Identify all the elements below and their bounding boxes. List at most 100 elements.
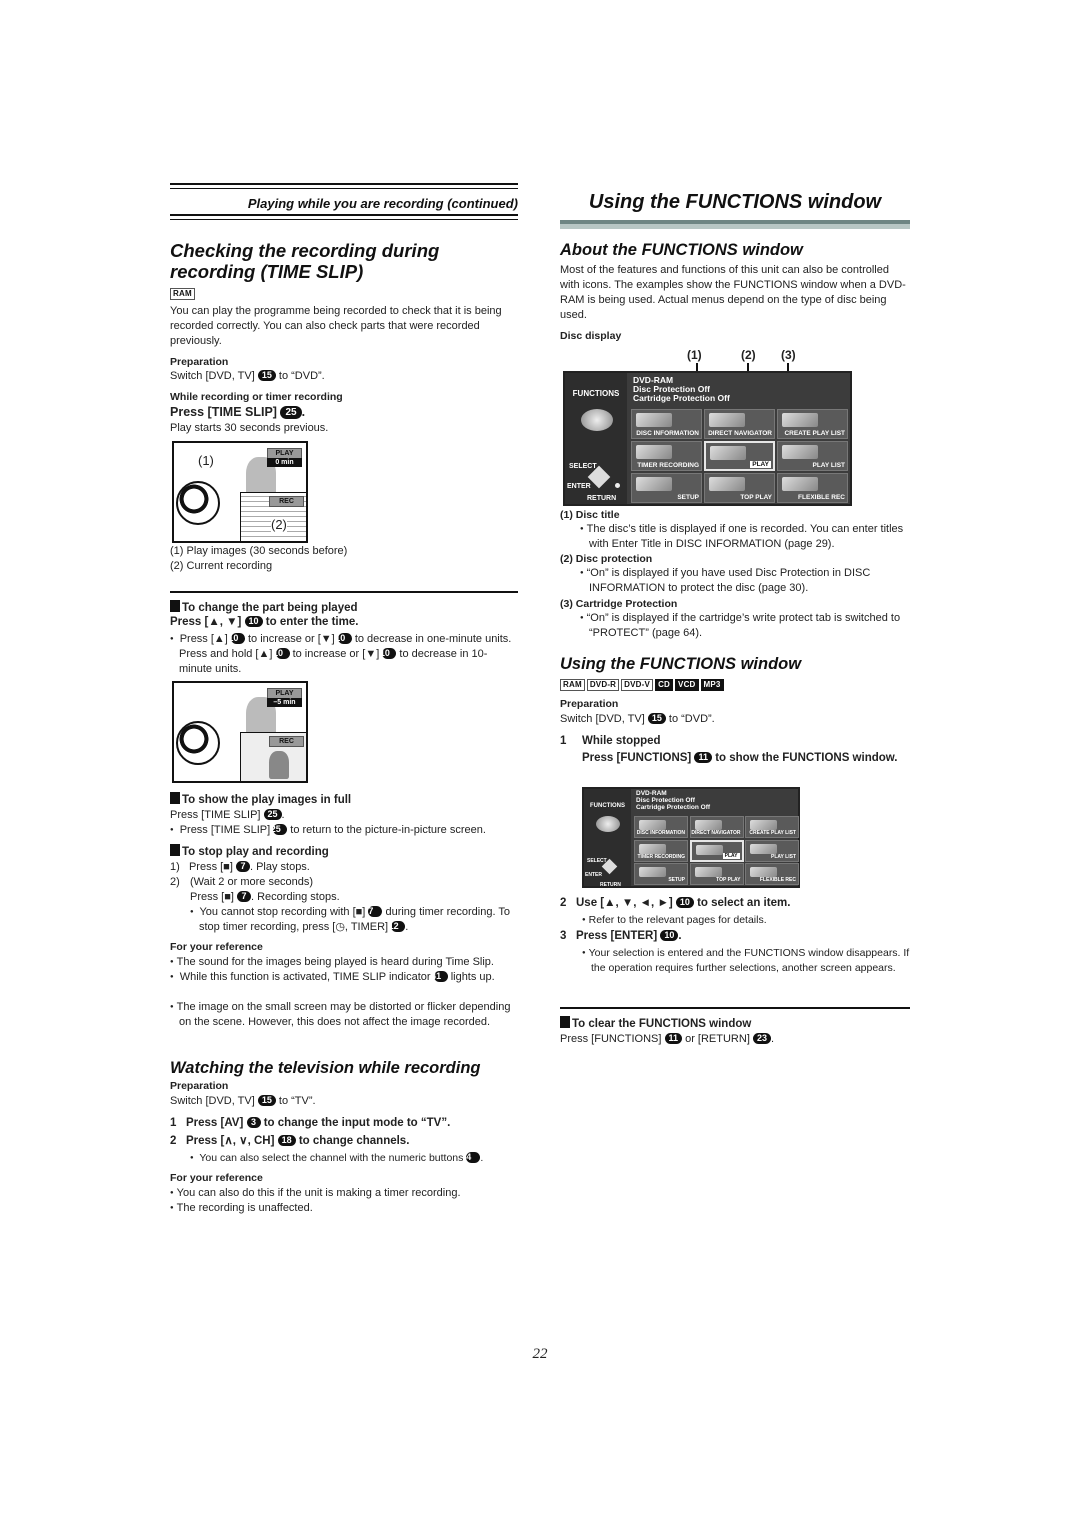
reference-bullet-2: The recording is unaffected. — [170, 1201, 518, 1216]
function-tile-label: CREATE PLAY LIST — [749, 830, 796, 836]
function-tile-top-play[interactable]: TOP PLAY — [704, 473, 775, 503]
return-label: RETURN — [587, 495, 617, 502]
function-tile-label: TIMER RECORDING — [637, 461, 699, 469]
osd-time: –5 min — [267, 698, 302, 707]
preparation-step: Switch [DVD, TV] 15 to “DVD”. — [170, 370, 325, 382]
soccer-ball-icon — [176, 481, 220, 525]
functions-title: FUNCTIONS — [590, 803, 625, 809]
function-tile-graphic-icon — [639, 820, 666, 830]
osd-time: 0 min — [267, 458, 302, 467]
reference-bullet-2: While this function is activated, TIME S… — [170, 970, 518, 985]
stop-bullet: You cannot stop recording with [■] 7 dur… — [190, 905, 518, 935]
preparation-label: Preparation — [170, 356, 229, 368]
soccer-ball-icon — [176, 721, 220, 765]
function-tile-label: PLAY LIST — [770, 853, 796, 860]
callout-1: (1) — [687, 348, 702, 362]
function-tile-graphic-icon — [750, 843, 777, 854]
function-tile-graphic-icon — [750, 820, 777, 830]
function-tile-label: DIRECT NAVIGATOR — [691, 830, 741, 836]
clear-heading: To clear the FUNCTIONS window — [560, 1016, 751, 1032]
disc-tag-cd: CD — [655, 679, 674, 691]
caption-2: (2) Current recording — [170, 560, 273, 572]
function-tile-timer-recording[interactable]: TIMER RECORDING — [634, 839, 688, 862]
change-part-step: Press [▲, ▼] 10 to enter the time. — [170, 616, 359, 628]
function-tile-graphic-icon — [782, 477, 818, 491]
function-tile-create-play-list[interactable]: CREATE PLAY LIST — [777, 409, 848, 439]
time-adjust-illustration: PLAY –5 min REC — [172, 681, 308, 783]
cartridge-protection: Cartridge Protection Off — [633, 393, 730, 403]
function-tile-label: PLAY — [722, 852, 740, 859]
reference-label: For your reference — [170, 941, 263, 953]
section-title-watching-tv: Watching the television while recording — [170, 1059, 481, 1077]
page-title: Using the FUNCTIONS window — [588, 191, 882, 213]
pip-window: REC — [240, 732, 306, 781]
function-tile-play-list[interactable]: PLAY LIST — [745, 839, 799, 862]
pip-window: REC (2) — [240, 492, 306, 541]
function-tile-top-play[interactable]: TOP PLAY — [689, 863, 744, 885]
preparation-label: Preparation — [560, 698, 619, 710]
function-tile-timer-recording[interactable]: TIMER RECORDING — [631, 441, 702, 471]
tv-step-1: 1 Press [AV] 3 to change the input mode … — [170, 1117, 451, 1129]
legend-2-text: “On” is displayed if you have used Disc … — [580, 566, 910, 596]
return-dot-icon — [615, 483, 620, 488]
function-tile-play[interactable]: PLAY — [689, 839, 744, 862]
step-1-num: 1 — [560, 735, 567, 747]
function-tile-graphic-icon — [694, 820, 722, 830]
header-rule-bottom-thin — [170, 219, 518, 220]
reference-bullet-3: The image on the small screen may be dis… — [170, 1000, 518, 1030]
disc-tag-ram: RAM — [560, 679, 585, 691]
change-part-heading: To change the part being played — [170, 600, 358, 616]
intro-text: You can play the programme being recorde… — [170, 305, 502, 347]
legend-3-title: (3) Cartridge Protection — [560, 598, 678, 610]
section-divider — [560, 1007, 910, 1009]
about-body: Most of the features and functions of th… — [560, 264, 906, 321]
functions-disc-icon — [596, 816, 620, 832]
function-tile-setup[interactable]: SETUP — [631, 473, 702, 503]
header-rule-top — [170, 183, 518, 185]
function-tile-flexible-rec[interactable]: FLEXIBLE REC — [745, 863, 799, 885]
function-tile-play-list[interactable]: PLAY LIST — [777, 441, 848, 471]
return-label: RETURN — [600, 882, 621, 888]
preparation-label: Preparation — [170, 1080, 229, 1092]
running-header: Playing while you are recording (continu… — [247, 196, 518, 211]
change-part-bullet: Press [▲] 10 to increase or [▼] 10 to de… — [170, 632, 518, 677]
function-tile-graphic-icon — [782, 413, 818, 427]
function-tile-label: TOP PLAY — [716, 877, 741, 883]
disc-tag-dvd-v: DVD-V — [621, 679, 654, 691]
function-tile-create-play-list[interactable]: CREATE PLAY LIST — [745, 816, 799, 838]
while-recording-label: While recording or timer recording — [170, 391, 343, 403]
function-tile-disc-information[interactable]: DISC INFORMATION — [634, 816, 688, 838]
disc-tag-mp3: MP3 — [700, 679, 724, 691]
illus-label-2: (2) — [271, 517, 287, 532]
disc-display-label: Disc display — [560, 330, 622, 342]
square-bullet-icon — [170, 792, 180, 804]
function-tile-label: DIRECT NAVIGATOR — [708, 429, 772, 437]
function-tile-label: TOP PLAY — [740, 493, 772, 501]
button-ref-badge: 25 — [280, 406, 302, 419]
function-tile-direct-navigator[interactable]: DIRECT NAVIGATOR — [689, 816, 744, 838]
function-tile-play[interactable]: PLAY — [704, 441, 775, 471]
function-tile-disc-information[interactable]: DISC INFORMATION — [631, 409, 702, 439]
function-tile-flexible-rec[interactable]: FLEXIBLE REC — [777, 473, 848, 503]
show-full-line: Press [TIME SLIP] 25. — [170, 809, 285, 821]
step-3: 3 Press [ENTER] 10. — [560, 930, 682, 942]
function-tile-graphic-icon — [710, 446, 746, 460]
stop-step-2-press: Press [■] 7. Recording stops. — [190, 891, 340, 903]
illus-label-1: (1) — [198, 453, 214, 468]
functions-disc-icon — [581, 409, 613, 431]
disc-tag-ram: RAM — [170, 286, 197, 301]
function-tile-setup[interactable]: SETUP — [634, 863, 688, 885]
about-title: About the FUNCTIONS window — [560, 241, 803, 259]
function-tile-label: FLEXIBLE REC — [798, 493, 845, 501]
functions-window-large: FUNCTIONS SELECT ENTER RETURN DVD-RAM Di… — [563, 371, 852, 506]
function-tile-graphic-icon — [639, 843, 666, 854]
tv-step-2-bullet: You can also select the channel with the… — [190, 1151, 520, 1166]
function-tile-label: FLEXIBLE REC — [759, 877, 796, 883]
square-bullet-icon — [170, 844, 180, 856]
functions-window-small: FUNCTIONS SELECT ENTER RETURN DVD-RAM Di… — [582, 787, 800, 888]
function-tile-label: CREATE PLAY LIST — [784, 429, 845, 437]
title-bar-light — [560, 224, 910, 229]
function-tile-label: PLAY — [750, 460, 771, 468]
cartridge-protection: Cartridge Protection Off — [636, 804, 711, 811]
function-tile-direct-navigator[interactable]: DIRECT NAVIGATOR — [704, 409, 775, 439]
